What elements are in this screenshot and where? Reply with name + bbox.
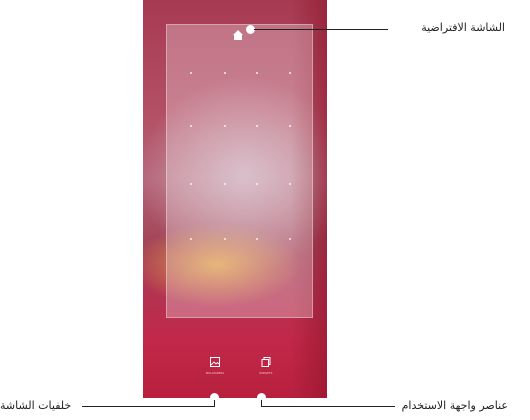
grid-dot	[224, 238, 226, 240]
home-callout-line	[254, 29, 388, 30]
grid-dot	[190, 238, 192, 240]
grid-dot	[190, 125, 192, 127]
grid-dot	[256, 183, 258, 185]
wallpapers-label[interactable]: WALLPAPERS	[200, 372, 230, 375]
widgets-label[interactable]: WIDGETS	[251, 372, 281, 375]
grid-dot	[289, 125, 291, 127]
grid-dot	[289, 183, 291, 185]
grid-dot	[289, 238, 291, 240]
wallpaper-callout-line-horizontal	[82, 406, 215, 407]
image-icon[interactable]	[209, 356, 221, 368]
grid-dot	[190, 183, 192, 185]
grid-dot	[256, 72, 258, 74]
grid-dot	[289, 72, 291, 74]
home-screen-label: الشاشة الافتراضية	[421, 21, 505, 34]
home-screen-preview[interactable]	[166, 24, 313, 318]
grid-dot	[224, 183, 226, 185]
ui-callout-line-horizontal	[261, 406, 395, 407]
grid-dot	[256, 125, 258, 127]
grid-dot	[224, 125, 226, 127]
ui-elements-label: عناصر واجهة الاستخدام	[401, 399, 508, 412]
wallpapers-callout-label: خلفيات الشاشة	[0, 399, 72, 412]
grid-dot	[224, 72, 226, 74]
phone-screen: WALLPAPERS WIDGETS	[143, 0, 327, 398]
grid-dot	[256, 238, 258, 240]
widgets-icon[interactable]	[260, 356, 272, 368]
house-icon[interactable]	[233, 30, 243, 40]
grid-dot	[190, 72, 192, 74]
